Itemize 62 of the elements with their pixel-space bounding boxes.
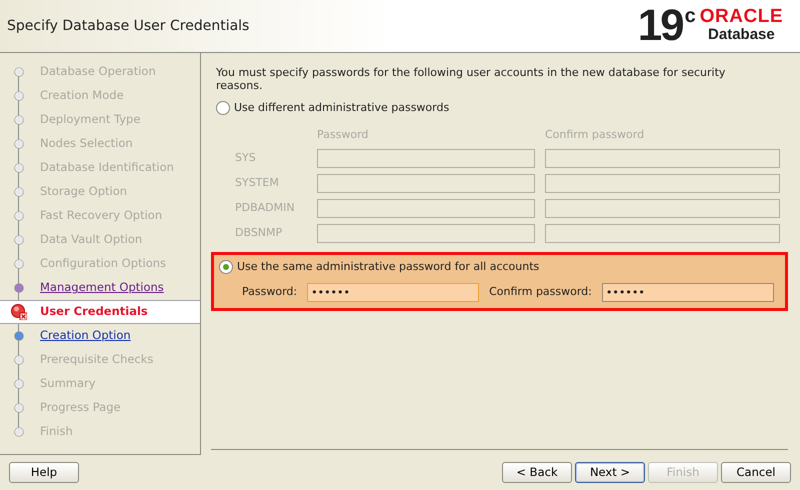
dialog-button[interactable]: < Back (502, 462, 572, 483)
column-header: Password (317, 126, 370, 142)
radio-label: Use different administrative passwords (234, 100, 450, 116)
dialog-button[interactable]: Help (9, 462, 79, 483)
step-dot-icon (14, 115, 24, 125)
step-dot-icon (14, 91, 24, 101)
password-field[interactable] (317, 149, 535, 168)
step-dot-icon (14, 235, 24, 245)
step-item[interactable]: Deployment Type (0, 108, 200, 132)
confirm-field[interactable] (545, 174, 780, 193)
step-item[interactable]: Creation Mode (0, 84, 200, 108)
password-field[interactable]: •••••• (307, 282, 480, 302)
brand-logo: ORACLE (700, 7, 783, 26)
step-dot-icon (14, 67, 24, 77)
radio-button[interactable] (216, 101, 230, 116)
account-label: SYS (234, 150, 257, 166)
confirm-password-label: Confirm password: (489, 284, 592, 300)
step-item[interactable]: Storage Option (0, 180, 200, 204)
error-icon (11, 304, 27, 320)
dialog-button[interactable]: Cancel (721, 462, 791, 483)
step-dot-icon (14, 187, 24, 197)
step-dot-icon (14, 283, 24, 293)
step-item[interactable]: Progress Page (0, 396, 200, 420)
step-dot-icon (14, 427, 24, 437)
step-item[interactable]: Creation Option (0, 324, 200, 348)
step-dot-icon (14, 211, 24, 221)
step-dot-icon (14, 355, 24, 365)
step-item[interactable]: User Credentials (0, 300, 200, 324)
password-field[interactable] (317, 199, 535, 218)
step-item[interactable]: Finish (0, 420, 200, 444)
step-dot-icon (14, 139, 24, 149)
password-field[interactable] (317, 174, 535, 193)
step-item[interactable]: Summary (0, 372, 200, 396)
step-item[interactable]: Nodes Selection (0, 132, 200, 156)
page-title: Specify Database User Credentials (7, 16, 250, 36)
product-name: Database (708, 26, 775, 45)
step-item[interactable]: Fast Recovery Option (0, 204, 200, 228)
confirm-password-field[interactable]: •••••• (602, 282, 774, 302)
step-item[interactable]: Data Vault Option (0, 228, 200, 252)
step-dot-icon (14, 403, 24, 413)
step-dot-icon (14, 163, 24, 173)
dialog-button[interactable]: Next > (575, 462, 645, 483)
radio-button[interactable] (219, 260, 233, 274)
step-dot-icon (14, 331, 24, 341)
password-label: Password: (242, 284, 298, 300)
column-header: Confirm password (545, 126, 646, 142)
confirm-field[interactable] (545, 224, 780, 243)
step-item[interactable]: Prerequisite Checks (0, 348, 200, 372)
account-label: SYSTEM (234, 175, 280, 192)
step-dot-icon (14, 379, 24, 389)
account-label: PDBADMIN (234, 200, 296, 216)
password-field[interactable] (317, 224, 535, 243)
confirm-field[interactable] (545, 149, 780, 168)
radio-label: Use the same administrative password for all accounts (237, 259, 540, 275)
step-item[interactable]: Database Identification (0, 156, 200, 180)
intro-text: You must specify passwords for the following user accounts in the new database for security reasons. (215, 66, 726, 92)
step-item[interactable]: Management Options (0, 276, 200, 300)
step-item[interactable]: Configuration Options (0, 252, 200, 276)
step-dot-icon (14, 259, 24, 269)
account-label: DBSNMP (234, 225, 284, 242)
step-item[interactable]: Database Operation (0, 60, 200, 84)
confirm-field[interactable] (545, 199, 780, 218)
